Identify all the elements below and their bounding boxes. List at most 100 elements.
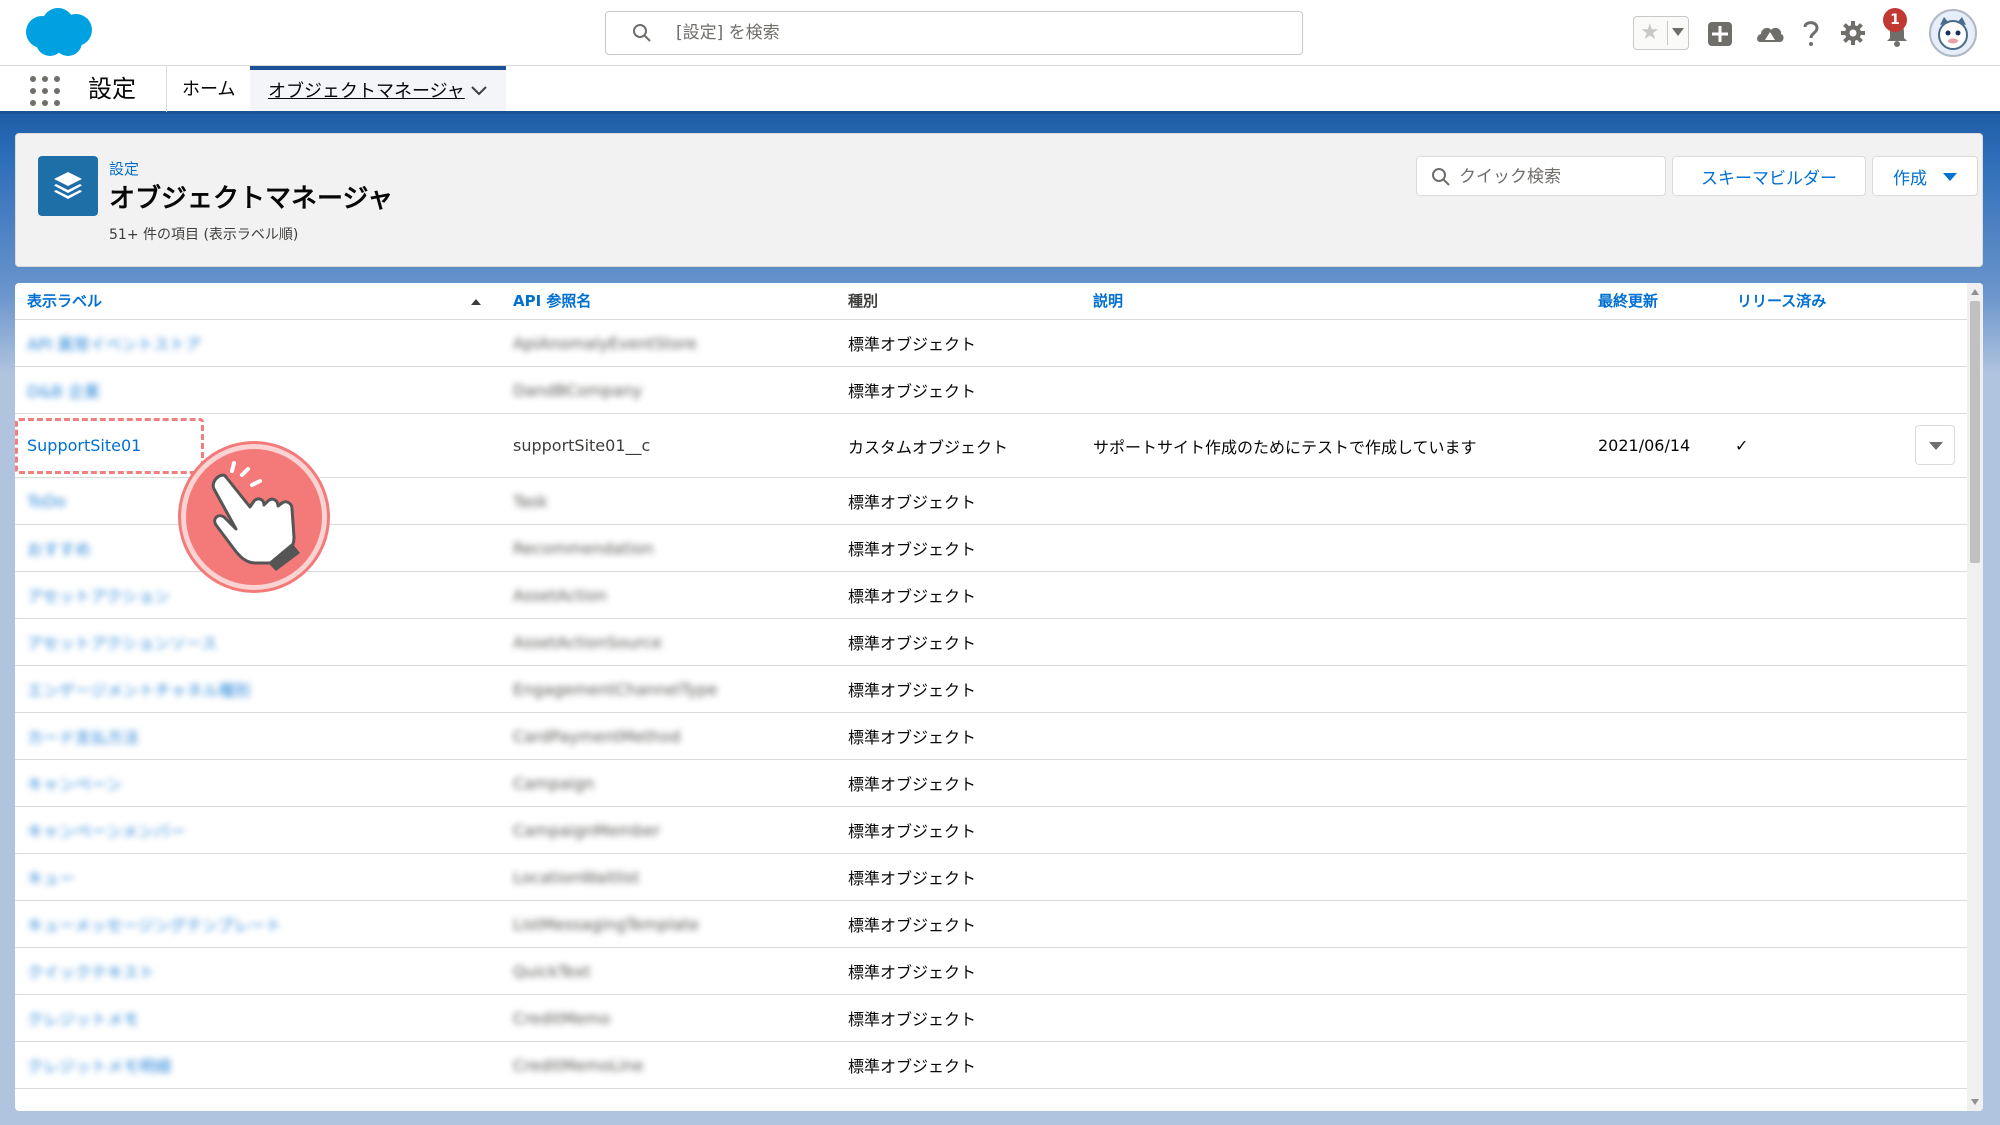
row-label-link[interactable]: ToDo [27, 478, 66, 524]
scroll-down-icon[interactable] [1971, 1099, 1979, 1105]
row-label-link[interactable]: キャンペーン [27, 760, 122, 806]
row-action-button[interactable] [1915, 425, 1955, 465]
table-row[interactable]: クイックテキスト QuickText 標準オブジェクト [15, 948, 1967, 995]
item-count: 51+ 件の項目 (表示ラベル順) [109, 227, 299, 243]
row-label-link[interactable]: D&B 企業 [27, 367, 100, 413]
chevron-down-icon [1943, 173, 1957, 181]
layers-icon [38, 156, 98, 216]
quick-search-input[interactable] [1459, 163, 1659, 191]
table-row[interactable]: カード支払方法 CardPaymentMethod 標準オブジェクト [15, 713, 1967, 760]
avatar[interactable] [1929, 9, 1977, 57]
row-api-name: CampaignMember [513, 820, 661, 840]
highlight-box [15, 418, 204, 474]
row-type: カスタムオブジェクト [848, 437, 1009, 457]
create-button-label: 作成 [1893, 168, 1927, 189]
row-api-name: Task [513, 491, 548, 511]
waffle-icon[interactable] [30, 76, 60, 106]
row-api-name: Campaign [513, 773, 595, 793]
row-api-name: AssetAction [513, 585, 607, 605]
row-label-link[interactable]: クレジットメモ明細 [27, 1042, 171, 1088]
row-api-name: CardPaymentMethod [513, 726, 681, 746]
table-row[interactable]: キュー LocationWaitlist 標準オブジェクト [15, 854, 1967, 901]
page-title: オブジェクトマネージャ [109, 184, 394, 214]
row-label-link[interactable]: キャンペーンメンバー [27, 807, 186, 853]
row-label-link[interactable]: クレジットメモ [27, 995, 139, 1041]
avatar-image [1938, 17, 1968, 50]
row-type: 標準オブジェクト [848, 587, 977, 606]
scrollbar[interactable] [1967, 283, 1983, 1111]
table-row[interactable]: D&B 企業 DandBCompany 標準オブジェクト [15, 367, 1967, 414]
nav-divider [166, 66, 167, 112]
table-row[interactable]: キューメッセージングテンプレート ListMessagingTemplate 標準オ… [15, 901, 1967, 948]
add-icon[interactable] [1705, 14, 1735, 52]
row-type: 標準オブジェクト [848, 634, 977, 653]
table-row[interactable]: キャンペーンメンバー CampaignMember 標準オブジェクト [15, 807, 1967, 854]
table-row[interactable]: API 異常イベントストア ApiAnomalyEventStore 標準オブジェク… [15, 320, 1967, 367]
tab-object-manager[interactable]: オブジェクトマネージャ [250, 66, 506, 111]
app-name: 設定 [88, 75, 136, 103]
row-label-link[interactable]: エンゲージメントチャネル種別 [27, 666, 251, 712]
row-api-name: CreditMemoLine [513, 1055, 644, 1075]
row-type: 標準オブジェクト [848, 1057, 977, 1076]
row-type: 標準オブジェクト [848, 916, 977, 935]
row-label-link[interactable]: API 異常イベントストア [27, 320, 201, 366]
object-table: 表示ラベル API 参照名 種別 説明 最終更新 リリース済み API 異常イベ… [15, 283, 1983, 1111]
scroll-up-icon[interactable] [1971, 289, 1979, 295]
global-search-input[interactable] [676, 18, 1276, 48]
chevron-down-icon[interactable] [1672, 28, 1684, 36]
row-label-link[interactable]: キューメッセージングテンプレート [27, 901, 282, 947]
row-api-name: ApiAnomalyEventStore [513, 333, 697, 353]
column-header-description[interactable]: 説明 [1093, 283, 1123, 319]
table-row[interactable]: クレジットメモ CreditMemo 標準オブジェクト [15, 995, 1967, 1042]
salesforce-cloud-icon[interactable] [20, 6, 96, 60]
gear-icon[interactable] [1838, 14, 1868, 52]
row-label-link[interactable]: キュー [27, 854, 75, 900]
row-api-name: EngagementChannelType [513, 679, 718, 699]
pointer-hand-icon [181, 444, 327, 590]
row-label-link[interactable]: おすすめ [27, 525, 91, 571]
column-header-type: 種別 [848, 292, 879, 310]
checkmark-icon: ✓ [1735, 436, 1749, 455]
chevron-down-icon[interactable] [470, 84, 488, 98]
search-icon [633, 24, 651, 42]
chevron-down-icon [1929, 442, 1943, 450]
column-header-deployed[interactable]: リリース済み [1737, 283, 1826, 319]
search-icon [1432, 168, 1450, 186]
row-api-name: AssetActionSource [513, 632, 662, 652]
favorites-separator [1667, 21, 1668, 45]
row-api-name: ListMessagingTemplate [513, 914, 699, 934]
star-icon: ★ [1640, 20, 1660, 45]
row-api-name: supportSite01__c [513, 436, 651, 455]
row-type: 標準オブジェクト [848, 1010, 977, 1029]
row-type: 標準オブジェクト [848, 493, 977, 512]
table-row[interactable]: クレジットメモ明細 CreditMemoLine 標準オブジェクト [15, 1042, 1967, 1089]
scroll-thumb[interactable] [1970, 301, 1980, 563]
column-header-label[interactable]: 表示ラベル [27, 283, 102, 319]
table-row[interactable]: アセットアクションソース AssetActionSource 標準オブジェクト [15, 619, 1967, 666]
row-description: サポートサイト作成のためにテストで作成しています [1093, 437, 1477, 457]
tab-object-manager-label: オブジェクトマネージャ [268, 81, 465, 102]
row-api-name: LocationWaitlist [513, 867, 640, 887]
row-type: 標準オブジェクト [848, 775, 977, 794]
breadcrumb[interactable]: 設定 [109, 158, 139, 179]
row-label-link[interactable]: クイックテキスト [27, 948, 155, 994]
row-label-link[interactable]: カード支払方法 [27, 713, 139, 759]
schema-builder-button[interactable]: スキーマビルダー [1672, 156, 1866, 196]
column-header-modified[interactable]: 最終更新 [1598, 283, 1658, 319]
row-type: 標準オブジェクト [848, 382, 977, 401]
column-header-api[interactable]: API 参照名 [513, 283, 591, 319]
row-type: 標準オブジェクト [848, 335, 977, 354]
create-button[interactable]: 作成 [1872, 156, 1978, 196]
row-label-link[interactable]: アセットアクションソース [27, 619, 217, 665]
favorites-button[interactable]: ★ [1633, 16, 1689, 50]
table-row[interactable]: キャンペーン Campaign 標準オブジェクト [15, 760, 1967, 807]
row-label-link[interactable]: アセットアクション [27, 572, 170, 618]
global-search[interactable] [605, 11, 1303, 55]
row-type: 標準オブジェクト [848, 869, 977, 888]
tab-home[interactable]: ホーム [182, 76, 235, 104]
table-row[interactable]: エンゲージメントチャネル種別 EngagementChannelType 標準オブジ… [15, 666, 1967, 713]
help-icon[interactable] [1798, 14, 1824, 52]
quick-search[interactable] [1416, 156, 1666, 196]
trailhead-icon[interactable] [1754, 14, 1786, 52]
row-api-name: CreditMemo [513, 1008, 611, 1028]
